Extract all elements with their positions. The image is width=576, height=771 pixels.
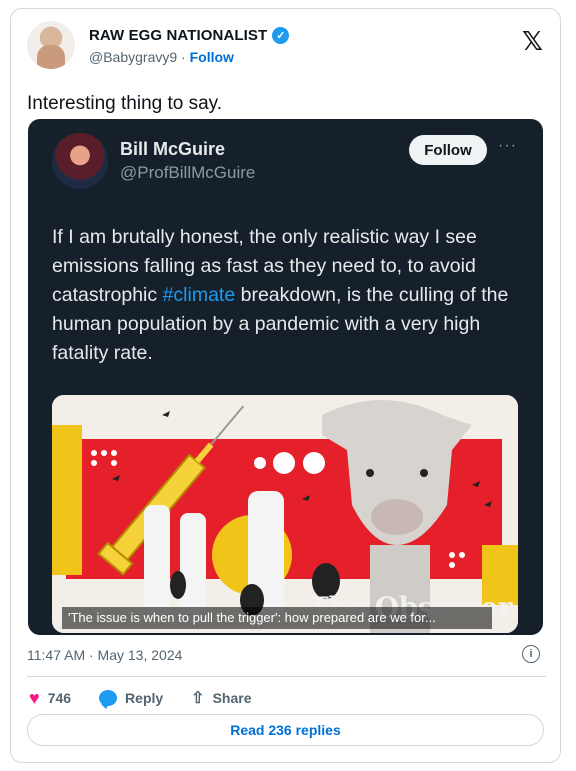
reply-bubble-icon — [99, 690, 118, 709]
like-count: 746 — [47, 690, 72, 706]
share-button[interactable]: ⇧ Share — [191, 688, 251, 708]
author-handle[interactable]: @Babygravy9 — [89, 49, 177, 65]
author-name[interactable]: RAW EGG NATIONALIST — [89, 27, 267, 44]
reply-button[interactable]: Reply — [99, 690, 164, 709]
media-caption[interactable]: 'The issue is when to pull the trigger':… — [62, 607, 492, 629]
tweet-card: RAW EGG NATIONALIST ✓ @Babygravy9 · Foll… — [10, 8, 561, 763]
action-bar: ♥ 746 Reply ⇧ Share — [29, 685, 280, 711]
embedded-author-name[interactable]: Bill McGuire — [120, 139, 225, 160]
tweet-text: Interesting thing to say. — [27, 93, 223, 114]
reply-label: Reply — [125, 690, 164, 706]
handle-separator: · — [181, 49, 186, 65]
share-icon: ⇧ — [191, 690, 205, 707]
info-icon[interactable]: i — [522, 645, 540, 663]
author-avatar[interactable] — [27, 21, 75, 69]
share-label: Share — [212, 690, 252, 706]
follow-link[interactable]: Follow — [190, 49, 234, 65]
verified-badge-icon: ✓ — [272, 27, 290, 44]
embedded-follow-button[interactable]: Follow — [409, 135, 487, 165]
read-replies-button[interactable]: Read 236 replies — [27, 714, 544, 746]
embedded-media-image[interactable]: The Observer 'The issue is when to pull … — [52, 395, 518, 633]
embedded-tweet[interactable]: Bill McGuire @ProfBillMcGuire Follow ···… — [28, 119, 543, 635]
more-options-icon[interactable]: ··· — [498, 137, 517, 155]
author-handle-row: @Babygravy9 · Follow — [89, 49, 234, 65]
embedded-tweet-text: If I am brutally honest, the only realis… — [52, 223, 522, 368]
tweet-header: RAW EGG NATIONALIST ✓ @Babygravy9 · Foll… — [27, 21, 547, 73]
embedded-author-avatar[interactable] — [52, 133, 108, 189]
x-logo-icon[interactable]: 𝕏 — [522, 27, 543, 57]
heart-icon: ♥ — [29, 687, 40, 708]
like-button[interactable]: ♥ 746 — [29, 688, 71, 709]
divider — [27, 676, 546, 677]
hashtag-link[interactable]: #climate — [163, 284, 236, 306]
tweet-timestamp[interactable]: 11:47 AM · May 13, 2024 — [27, 647, 182, 663]
embedded-author-handle[interactable]: @ProfBillMcGuire — [120, 163, 255, 183]
